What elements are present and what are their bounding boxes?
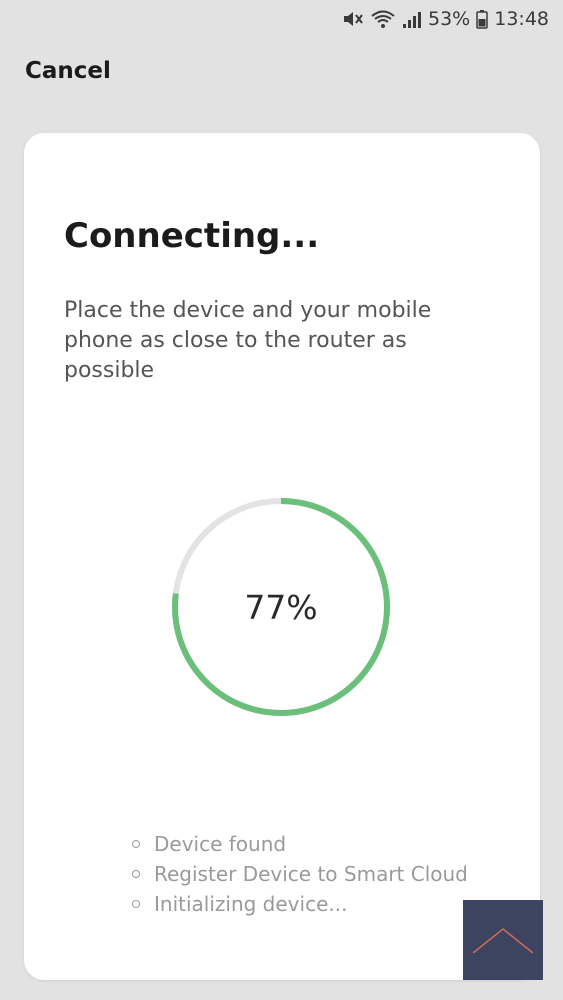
bullet-icon	[132, 870, 140, 878]
scroll-to-top-button[interactable]	[463, 900, 543, 980]
instruction-text: Place the device and your mobile phone a…	[64, 298, 432, 383]
status-bar: 53% 13:48	[0, 0, 563, 38]
signal-icon	[402, 9, 422, 29]
progress-ring: 77%	[168, 494, 394, 720]
list-item: Initializing device...	[132, 889, 468, 919]
cancel-button[interactable]: Cancel	[25, 58, 111, 84]
bullet-icon	[132, 840, 140, 848]
wifi-icon	[370, 9, 396, 29]
list-item: Register Device to Smart Cloud	[132, 859, 468, 889]
page-title: Connecting...	[64, 216, 320, 256]
step-label: Register Device to Smart Cloud	[154, 862, 468, 886]
connection-card: Connecting... Place the device and your …	[24, 133, 540, 980]
progress-percent: 77%	[244, 587, 318, 627]
step-label: Device found	[154, 832, 287, 856]
battery-icon	[476, 9, 488, 29]
step-label: Initializing device...	[154, 892, 348, 916]
clock: 13:48	[494, 8, 549, 30]
battery-percent: 53%	[428, 8, 471, 30]
list-item: Device found	[132, 829, 468, 859]
step-list: Device found Register Device to Smart Cl…	[132, 829, 468, 919]
chevron-up-icon	[472, 927, 534, 954]
mute-icon	[342, 9, 364, 29]
bullet-icon	[132, 900, 140, 908]
